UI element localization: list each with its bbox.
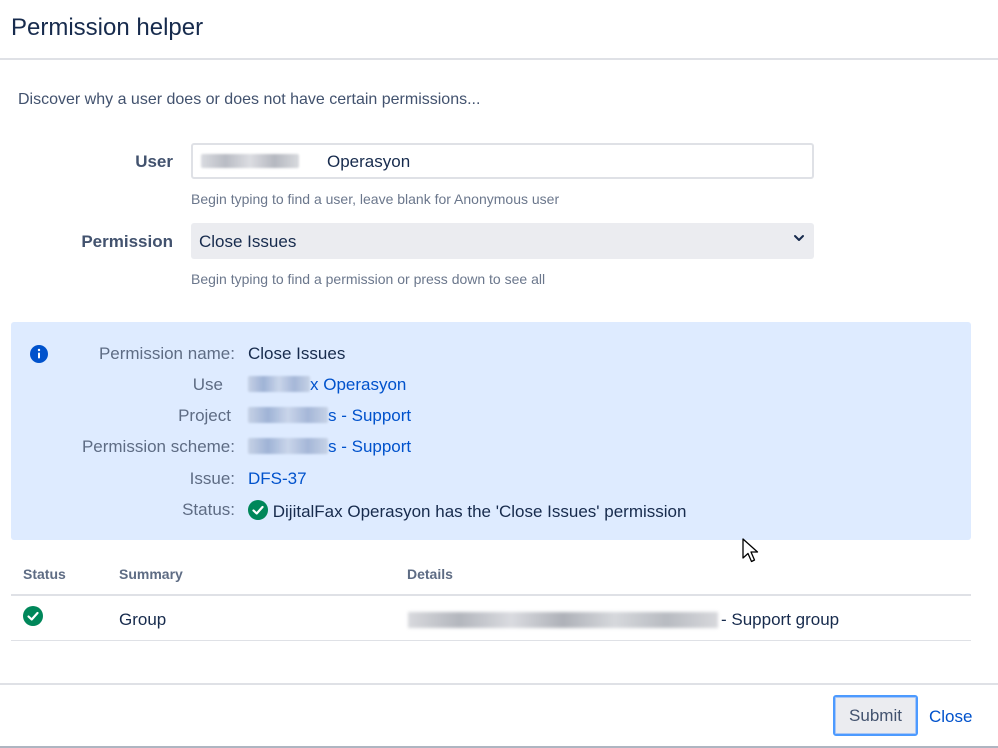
dialog-title: Permission helper [11, 14, 204, 41]
user-input-value: Operasyon [327, 152, 411, 171]
info-label-user: Use [192, 375, 223, 394]
redacted-group-name [408, 612, 718, 628]
info-panel: Permission name: Close Issues Use x Oper… [11, 322, 971, 540]
permission-label: Permission [81, 232, 173, 251]
dialog-header: Permission helper [0, 0, 998, 60]
redacted-scheme-name [248, 438, 328, 454]
mouse-cursor-icon [742, 538, 759, 563]
info-value-permission-scheme[interactable]: s - Support [248, 437, 411, 457]
table-cell-details: - Support group [721, 610, 840, 629]
info-label-permission-scheme: Permission scheme: [81, 437, 235, 456]
info-label-permission-name: Permission name: [98, 344, 235, 363]
table-header-divider [11, 594, 971, 596]
permission-help-text: Begin typing to find a permission or pre… [191, 271, 546, 287]
table-header-status: Status [23, 566, 66, 582]
project-link[interactable]: s - Support [328, 406, 411, 425]
permission-select[interactable]: Close Issues [191, 223, 814, 259]
intro-text: Discover why a user does or does not hav… [18, 91, 481, 108]
table-header-details: Details [407, 566, 453, 582]
redacted-user-name [248, 376, 310, 392]
user-label: User [135, 152, 173, 171]
redacted-user-prefix [201, 154, 299, 168]
info-value-user[interactable]: x Operasyon [248, 375, 406, 395]
chevron-down-icon [794, 235, 804, 241]
permission-scheme-link[interactable]: s - Support [328, 437, 411, 456]
table-row-divider [11, 640, 971, 641]
info-value-project[interactable]: s - Support [248, 406, 411, 426]
check-circle-icon [23, 606, 43, 626]
table-header-summary: Summary [119, 566, 183, 582]
close-link[interactable]: Close [929, 707, 972, 727]
permission-select-value: Close Issues [199, 232, 297, 251]
status-text: DijitalFax Operasyon has the 'Close Issu… [272, 502, 687, 521]
info-label-issue: Issue: [189, 469, 235, 488]
info-value-issue[interactable]: DFS-37 [248, 469, 307, 489]
table-cell-summary: Group [119, 610, 167, 629]
info-label-project: Project [178, 406, 231, 425]
redacted-project-name [248, 407, 328, 423]
info-value-status: DijitalFax Operasyon has the 'Close Issu… [248, 500, 686, 522]
user-help-text: Begin typing to find a user, leave blank… [191, 191, 560, 207]
user-input[interactable]: Operasyon [191, 143, 814, 179]
info-label-status: Status: [182, 500, 235, 519]
check-circle-icon [248, 500, 268, 520]
submit-button[interactable]: Submit [833, 695, 918, 736]
info-value-permission-name: Close Issues [248, 344, 346, 363]
user-link[interactable]: x Operasyon [310, 375, 406, 394]
issue-link[interactable]: DFS-37 [248, 469, 307, 488]
